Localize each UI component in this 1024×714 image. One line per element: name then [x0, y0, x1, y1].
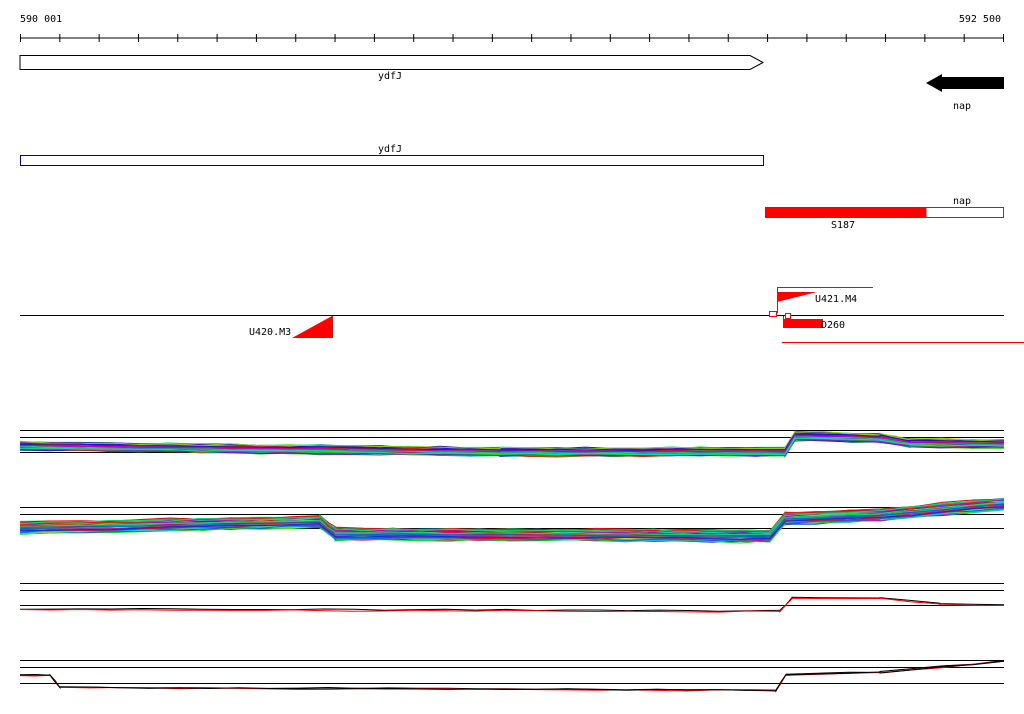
expression-profile-line [19, 596, 1005, 612]
cds-track: ydfJ nap S187 [20, 144, 1004, 231]
feature-marker-right [785, 313, 791, 319]
gene-arrow-nap[interactable] [926, 74, 1004, 92]
ruler-start-label: 590 001 [20, 14, 62, 25]
cds-box-ydfJ[interactable] [20, 155, 764, 166]
gene-label-ydfJ: ydfJ [378, 71, 402, 82]
ruler-end-label: 592 500 [959, 14, 1001, 25]
expression-profile-line [19, 659, 1005, 691]
expression-track-2 [19, 497, 1005, 544]
coordinate-ruler: 590 001 592 500 [20, 14, 1004, 42]
feature-D260-bar[interactable] [783, 319, 823, 328]
expression-track-4 [19, 659, 1005, 693]
feature-U421-M4-triangle[interactable] [777, 292, 817, 302]
feature-label-U420-M3: U420.M3 [249, 327, 291, 338]
feature-track: U420.M3 U421.M4 D260 [20, 287, 1024, 343]
expression-profile-line [19, 660, 1005, 693]
expression-track-1 [19, 429, 1005, 459]
gene-label-nap: nap [953, 101, 971, 112]
feature-label-U421-M4: U421.M4 [815, 294, 857, 305]
genome-browser-view: 590 001 592 500 ydfJ nap ydfJ nap S187 U… [19, 14, 1024, 693]
protein-label-S187: S187 [831, 220, 855, 231]
cds-label-ydfJ: ydfJ [378, 144, 402, 155]
cds-fill-nap [765, 207, 927, 218]
cds-label-nap: nap [953, 196, 971, 207]
gene-track: ydfJ nap [19, 55, 1004, 112]
feature-label-D260: D260 [821, 320, 845, 331]
expression-track-3 [19, 583, 1005, 614]
gene-arrow-ydfJ[interactable] [19, 55, 765, 70]
feature-U420-M3-triangle[interactable] [292, 316, 332, 338]
expression-profile-line [19, 660, 1005, 692]
feature-marker-left [769, 311, 777, 317]
